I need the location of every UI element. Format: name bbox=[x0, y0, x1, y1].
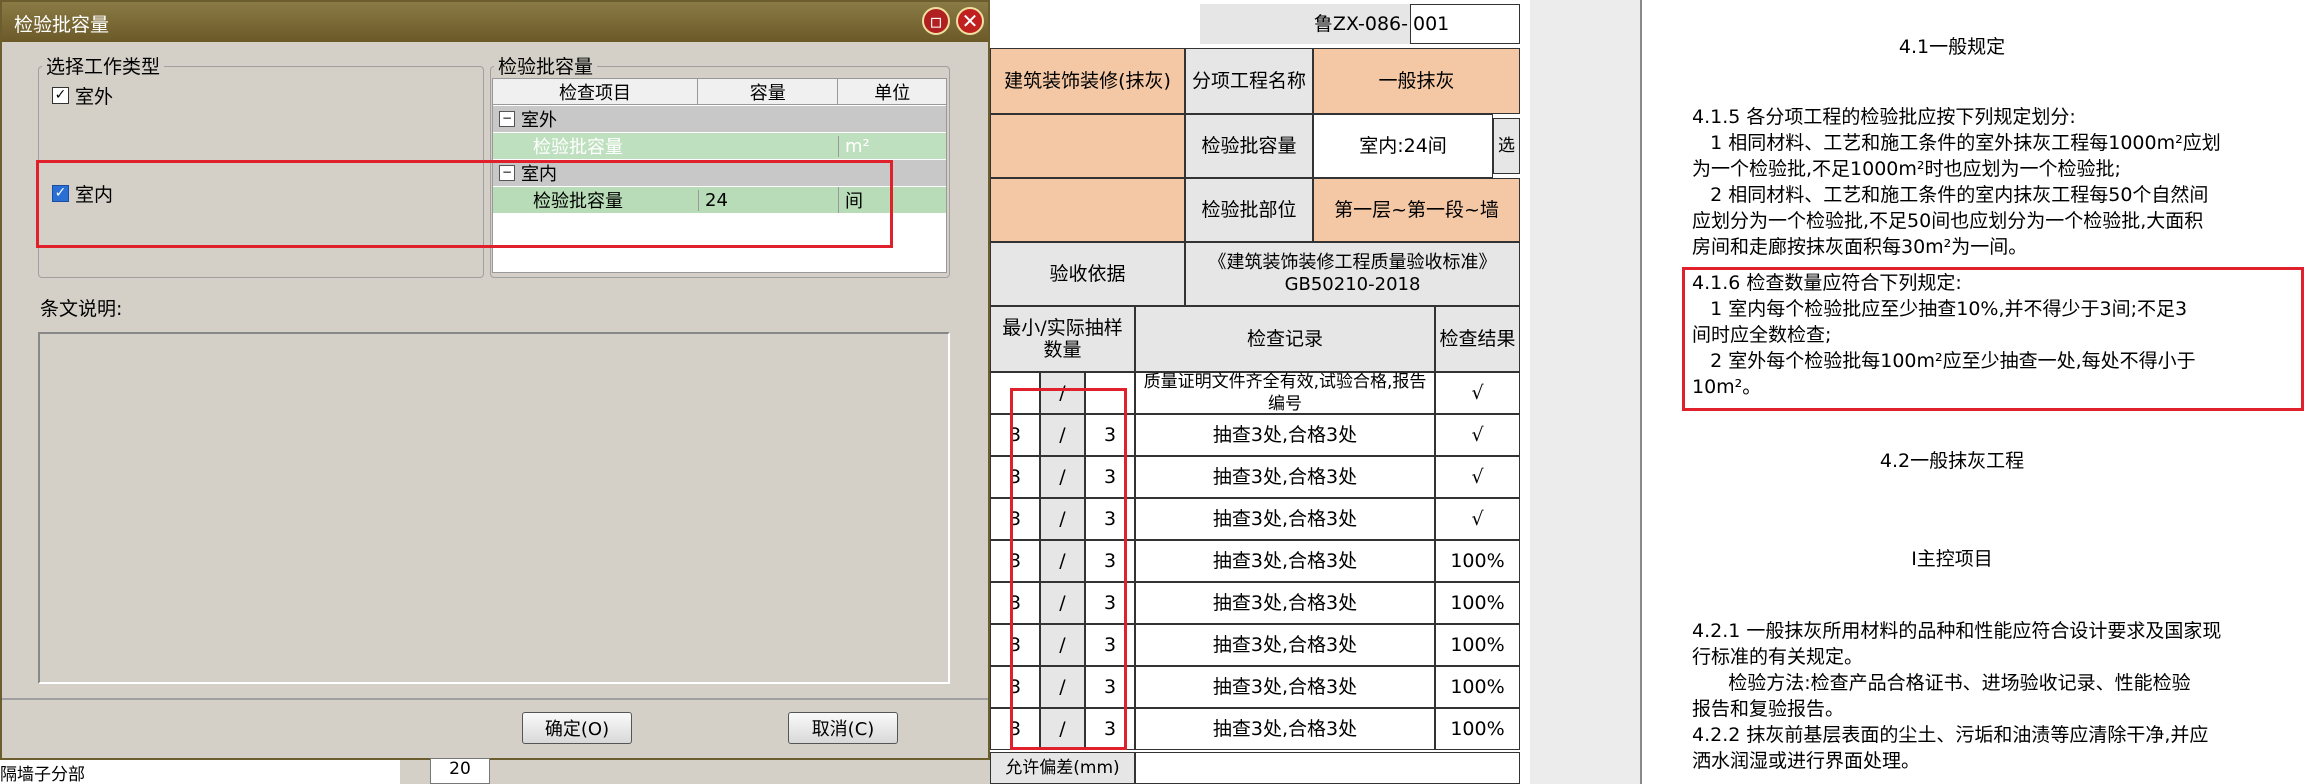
col-qty: 容量 bbox=[697, 78, 837, 105]
collapse-icon[interactable]: − bbox=[499, 111, 515, 127]
capacity-value[interactable]: 室内:24间 bbox=[1313, 114, 1493, 178]
form-code-label: 鲁ZX-086- bbox=[1200, 4, 1410, 44]
work-type-group-label: 选择工作类型 bbox=[42, 52, 165, 79]
check-record[interactable]: 抽查3处,合格3处 bbox=[1135, 540, 1435, 582]
standard-document-pane: 4.1一般规定 4.1.5 各分项工程的检验批应按下列规定划分: 1 相同材料、工… bbox=[1640, 0, 2307, 784]
grid-group-row[interactable]: − 室外 bbox=[493, 106, 946, 132]
cancel-button[interactable]: 取消(C) bbox=[788, 712, 898, 744]
checkmark-icon: ✓ bbox=[52, 87, 69, 104]
col-sample-header: 最小/实际抽样数量 bbox=[990, 306, 1135, 372]
ok-button[interactable]: 确定(O) bbox=[522, 712, 632, 744]
notes-area[interactable] bbox=[38, 332, 950, 684]
capacity-select-button[interactable]: 选 bbox=[1493, 118, 1520, 174]
doc-paragraph-line: 4.2.1 一般抹灰所用材料的品种和性能应符合设计要求及国家现 bbox=[1692, 620, 2222, 642]
tree-residue: 隔墙子分部 bbox=[0, 760, 400, 784]
capacity-label: 检验批容量 bbox=[1185, 114, 1313, 178]
col-unit: 单位 bbox=[837, 78, 946, 105]
doc-paragraph-line: 报告和复验报告。 bbox=[1692, 698, 1845, 720]
check-result[interactable]: 100% bbox=[1435, 624, 1520, 666]
tolerance-blank bbox=[1135, 752, 1520, 784]
division-name: 建筑装饰装修(抹灰) bbox=[990, 48, 1185, 114]
check-record[interactable]: 抽查3处,合格3处 bbox=[1135, 624, 1435, 666]
doc-paragraph-line: 为一个检验批,不足1000m²时也应划为一个检验批; bbox=[1692, 158, 2121, 180]
check-record[interactable]: 质量证明文件齐全有效,试验合格,报告编号 bbox=[1135, 372, 1435, 414]
doc-paragraph-line: 4.2.2 抹灰前基层表面的尘土、污垢和油渍等应清除干净,并应 bbox=[1692, 724, 2209, 746]
basis-value: 《建筑装饰装修工程质量验收标准》GB50210-2018 bbox=[1185, 242, 1520, 306]
check-record[interactable]: 抽查3处,合格3处 bbox=[1135, 456, 1435, 498]
col-record-header: 检查记录 bbox=[1135, 306, 1435, 372]
form-code-value[interactable]: 001 bbox=[1410, 4, 1520, 44]
dialog-title: 检验批容量 bbox=[14, 14, 110, 36]
location-value: 第一层~第一段~墙 bbox=[1313, 178, 1520, 242]
col-item: 检查项目 bbox=[559, 82, 632, 104]
doc-paragraph-line: 1 相同材料、工艺和施工条件的室外抹灰工程每1000m²应划 bbox=[1692, 132, 2221, 154]
check-record[interactable]: 抽查3处,合格3处 bbox=[1135, 498, 1435, 540]
cancel-label: 取消(C) bbox=[811, 719, 875, 740]
doc-paragraph-line: 4.1.5 各分项工程的检验批应按下列规定划分: bbox=[1692, 106, 2076, 128]
group-name: 室外 bbox=[521, 110, 557, 131]
restore-icon[interactable]: ▫ bbox=[922, 7, 950, 35]
doc-paragraph-line: 行标准的有关规定。 bbox=[1692, 646, 1864, 668]
doc-highlight bbox=[1682, 267, 2304, 411]
check-result[interactable]: 100% bbox=[1435, 540, 1520, 582]
division-blank-1 bbox=[990, 114, 1185, 178]
bottom-number[interactable]: 20 bbox=[430, 758, 490, 784]
divider bbox=[2, 698, 988, 700]
capacity-group-label: 检验批容量 bbox=[494, 52, 598, 79]
tree-residue-text: 隔墙子分部 bbox=[0, 765, 85, 784]
subitem-label: 分项工程名称 bbox=[1185, 48, 1313, 114]
sample-highlight bbox=[1010, 388, 1127, 750]
check-result[interactable]: √ bbox=[1435, 498, 1520, 540]
item-unit: m² bbox=[838, 135, 946, 157]
doc-heading: 4.2一般抹灰工程 bbox=[1879, 450, 2025, 472]
notes-label: 条文说明: bbox=[40, 298, 123, 320]
doc-heading: Ⅰ主控项目 bbox=[1911, 548, 1993, 570]
check-result[interactable]: √ bbox=[1435, 414, 1520, 456]
tolerance-label: 允许偏差(mm) bbox=[990, 752, 1135, 784]
check-record[interactable]: 抽查3处,合格3处 bbox=[1135, 414, 1435, 456]
doc-heading: 4.1一般规定 bbox=[1898, 36, 2006, 58]
col-result-header: 检查结果 bbox=[1435, 306, 1520, 372]
location-label: 检验批部位 bbox=[1185, 178, 1313, 242]
ok-label: 确定(O) bbox=[544, 719, 610, 740]
check-result[interactable]: 100% bbox=[1435, 582, 1520, 624]
check-result[interactable]: √ bbox=[1435, 456, 1520, 498]
outdoor-label: 室外 bbox=[75, 86, 114, 108]
check-record[interactable]: 抽查3处,合格3处 bbox=[1135, 708, 1435, 750]
doc-paragraph-line: 检验方法:检查产品合格证书、进场验收记录、性能检验 bbox=[1692, 672, 2191, 694]
splitter-area bbox=[1530, 0, 1640, 784]
item-name: 检验批容量 bbox=[533, 137, 623, 158]
doc-paragraph-line: 洒水润湿或进行界面处理。 bbox=[1692, 750, 1921, 772]
grid-header: 检查项目 容量 单位 bbox=[493, 78, 946, 105]
check-result[interactable]: 100% bbox=[1435, 708, 1520, 750]
indoor-highlight bbox=[36, 160, 893, 248]
division-blank-2 bbox=[990, 178, 1185, 242]
dialog-titlebar[interactable]: 检验批容量 ▫ ✕ bbox=[2, 2, 988, 42]
basis-label: 验收依据 bbox=[990, 242, 1185, 306]
outdoor-checkbox[interactable]: ✓ 室外 bbox=[52, 82, 113, 109]
check-record[interactable]: 抽查3处,合格3处 bbox=[1135, 582, 1435, 624]
check-result[interactable]: 100% bbox=[1435, 666, 1520, 708]
close-icon[interactable]: ✕ bbox=[956, 7, 984, 35]
check-result[interactable]: √ bbox=[1435, 372, 1520, 414]
inspection-form: 鲁ZX-086- 001 建筑装饰装修(抹灰) 分项工程名称 一般抹灰 检验批容… bbox=[990, 0, 1530, 784]
grid-item-row[interactable]: 检验批容量 m² bbox=[493, 133, 946, 159]
doc-paragraph-line: 2 相同材料、工艺和施工条件的室内抹灰工程每50个自然间 bbox=[1692, 184, 2209, 206]
check-record[interactable]: 抽查3处,合格3处 bbox=[1135, 666, 1435, 708]
doc-paragraph-line: 房间和走廊按抹灰面积每30m²为一间。 bbox=[1692, 236, 2028, 258]
subitem-value: 一般抹灰 bbox=[1313, 48, 1520, 114]
capacity-dialog: 检验批容量 ▫ ✕ 选择工作类型 ✓ 室外 ✓ 室内 检验批容量 检查项目 容量… bbox=[0, 0, 990, 760]
doc-paragraph-line: 应划分为一个检验批,不足50间也应划分为一个检验批,大面积 bbox=[1692, 210, 2204, 232]
